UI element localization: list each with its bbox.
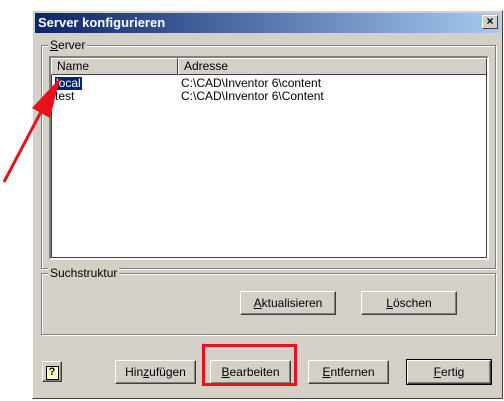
server-list[interactable]: Name Adresse local C:\CAD\Inventor 6\con… bbox=[49, 56, 489, 260]
remove-button[interactable]: Entfernen bbox=[308, 360, 389, 384]
red-arrow-icon bbox=[2, 78, 60, 183]
delete-button[interactable]: Löschen bbox=[361, 291, 457, 315]
server-config-dialog: Server konfigurieren × Server Name Adres… bbox=[32, 10, 503, 399]
server-groupbox: Server Name Adresse local C:\CAD\Invento… bbox=[41, 38, 496, 269]
close-icon: × bbox=[486, 14, 494, 28]
close-button[interactable]: × bbox=[482, 15, 498, 29]
server-address: C:\CAD\Inventor 6\Content bbox=[181, 89, 324, 103]
list-header: Name Adresse bbox=[51, 58, 487, 75]
done-button[interactable]: Fertig bbox=[406, 359, 492, 385]
list-item[interactable]: test C:\CAD\Inventor 6\Content bbox=[51, 90, 487, 103]
search-structure-groupbox: Suchstruktur Aktualisieren Löschen bbox=[41, 266, 496, 335]
title-bar: Server konfigurieren × bbox=[35, 13, 500, 33]
server-group-label: Server bbox=[48, 38, 88, 52]
search-structure-label: Suchstruktur bbox=[48, 266, 120, 280]
add-button[interactable]: Hinzufügen bbox=[115, 360, 196, 384]
column-header-address[interactable]: Adresse bbox=[178, 58, 487, 75]
column-header-name[interactable]: Name bbox=[51, 58, 178, 75]
window-title: Server konfigurieren bbox=[38, 15, 166, 30]
refresh-button[interactable]: Aktualisieren bbox=[240, 291, 336, 315]
help-button[interactable]: ? bbox=[42, 361, 62, 382]
edit-button-highlight bbox=[202, 344, 297, 386]
help-icon: ? bbox=[45, 366, 59, 380]
